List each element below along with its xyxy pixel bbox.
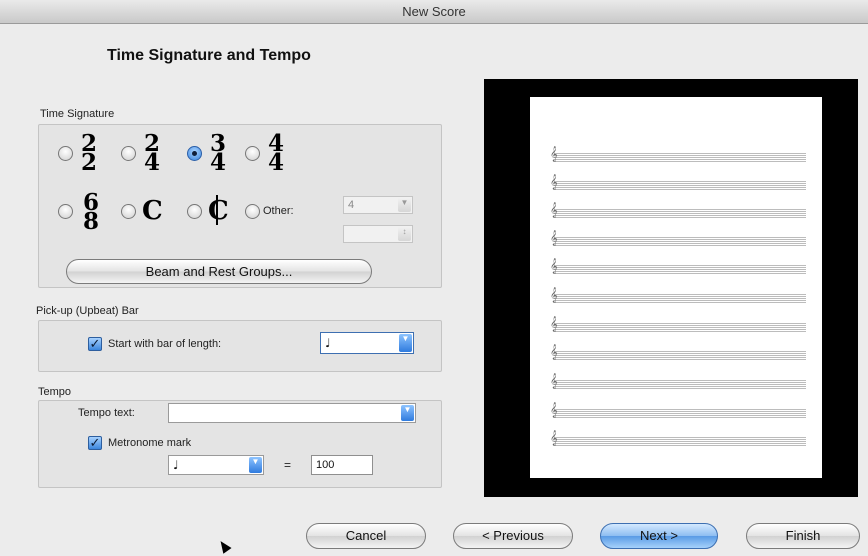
preview-staff: 𝄞 [550,204,806,218]
other-denominator-combo[interactable]: ↕ [343,225,413,243]
radio-3-4[interactable] [187,146,202,161]
treble-clef-icon: 𝄞 [550,403,558,418]
chevron-down-icon: ▼ [401,405,414,421]
chevron-up-down-icon: ↕ [398,227,411,241]
radio-2-4[interactable] [121,146,136,161]
other-numerator-value: 4 [348,199,355,211]
time-signature-2-4: 2 4 [143,130,160,176]
cut-time-stroke [216,195,218,225]
tempo-text-combo[interactable]: ▼ [168,403,416,423]
beam-and-rest-groups-button[interactable]: Beam and Rest Groups... [66,259,372,284]
preview-staff: 𝄞 [550,432,806,446]
treble-clef-icon: 𝄞 [550,317,558,332]
time-signature-2-2: 2 2 [80,130,97,176]
preview-staff: 𝄞 [550,318,806,332]
radio-cut-time[interactable] [187,204,202,219]
other-numerator-combo[interactable]: 4 ▼ [343,196,413,214]
previous-button[interactable]: < Previous [453,523,573,549]
pickup-length-combo[interactable]: ♩ ▼ [320,332,414,354]
time-signature-6-8: 6 8 [82,189,99,235]
time-signature-4-4: 4 4 [267,130,284,176]
preview-staff: 𝄞 [550,375,806,389]
page-title: Time Signature and Tempo [107,47,311,64]
preview-staff: 𝄞 [550,148,806,162]
treble-clef-icon: 𝄞 [550,431,558,446]
preview-staff: 𝄞 [550,404,806,418]
preview-staff: 𝄞 [550,260,806,274]
radio-6-8[interactable] [58,204,73,219]
window-title: New Score [402,4,466,19]
start-with-bar-label: Start with bar of length: [108,338,222,350]
radio-2-2[interactable] [58,146,73,161]
mouse-pointer-icon [216,538,232,554]
quarter-note-icon: ♩ [173,458,179,472]
metronome-note-combo[interactable]: ♩ ▼ [168,455,264,475]
preview-staff: 𝄞 [550,232,806,246]
treble-clef-icon: 𝄞 [550,203,558,218]
tempo-section-label: Tempo [38,386,72,398]
treble-clef-icon: 𝄞 [550,147,558,162]
next-button[interactable]: Next > [600,523,718,549]
treble-clef-icon: 𝄞 [550,259,558,274]
other-label: Other: [263,205,294,217]
metronome-mark-checkbox[interactable]: ✓ [88,436,102,450]
window-title-bar: New Score [0,0,868,24]
common-time-symbol: C [142,196,163,226]
tempo-text-label: Tempo text: [78,407,135,419]
chevron-down-icon: ▼ [398,198,411,212]
treble-clef-icon: 𝄞 [550,288,558,303]
pickup-section-label: Pick-up (Upbeat) Bar [36,305,139,317]
chevron-down-icon: ▼ [399,334,412,352]
treble-clef-icon: 𝄞 [550,175,558,190]
chevron-down-icon: ▼ [249,457,262,473]
preview-staff: 𝄞 [550,289,806,303]
treble-clef-icon: 𝄞 [550,374,558,389]
equals-sign: = [284,458,292,472]
cut-time-symbol: C [208,196,229,226]
start-with-bar-checkbox[interactable]: ✓ [88,337,102,351]
treble-clef-icon: 𝄞 [550,231,558,246]
metronome-bpm-field[interactable]: 100 [311,455,373,475]
finish-button[interactable]: Finish [746,523,860,549]
preview-staff: 𝄞 [550,346,806,360]
treble-clef-icon: 𝄞 [550,345,558,360]
metronome-mark-label: Metronome mark [108,437,192,449]
radio-4-4[interactable] [245,146,260,161]
preview-staff: 𝄞 [550,176,806,190]
score-preview-page: 𝄞 𝄞 𝄞 𝄞 𝄞 𝄞 𝄞 𝄞 𝄞 𝄞 𝄞 [530,97,822,478]
time-signature-3-4: 3 4 [209,130,226,176]
radio-other[interactable] [245,204,260,219]
quarter-note-icon: ♩ [325,336,331,350]
cancel-button[interactable]: Cancel [306,523,426,549]
radio-common-time[interactable] [121,204,136,219]
metronome-bpm-value: 100 [316,459,335,471]
time-signature-section-label: Time Signature [40,108,115,120]
